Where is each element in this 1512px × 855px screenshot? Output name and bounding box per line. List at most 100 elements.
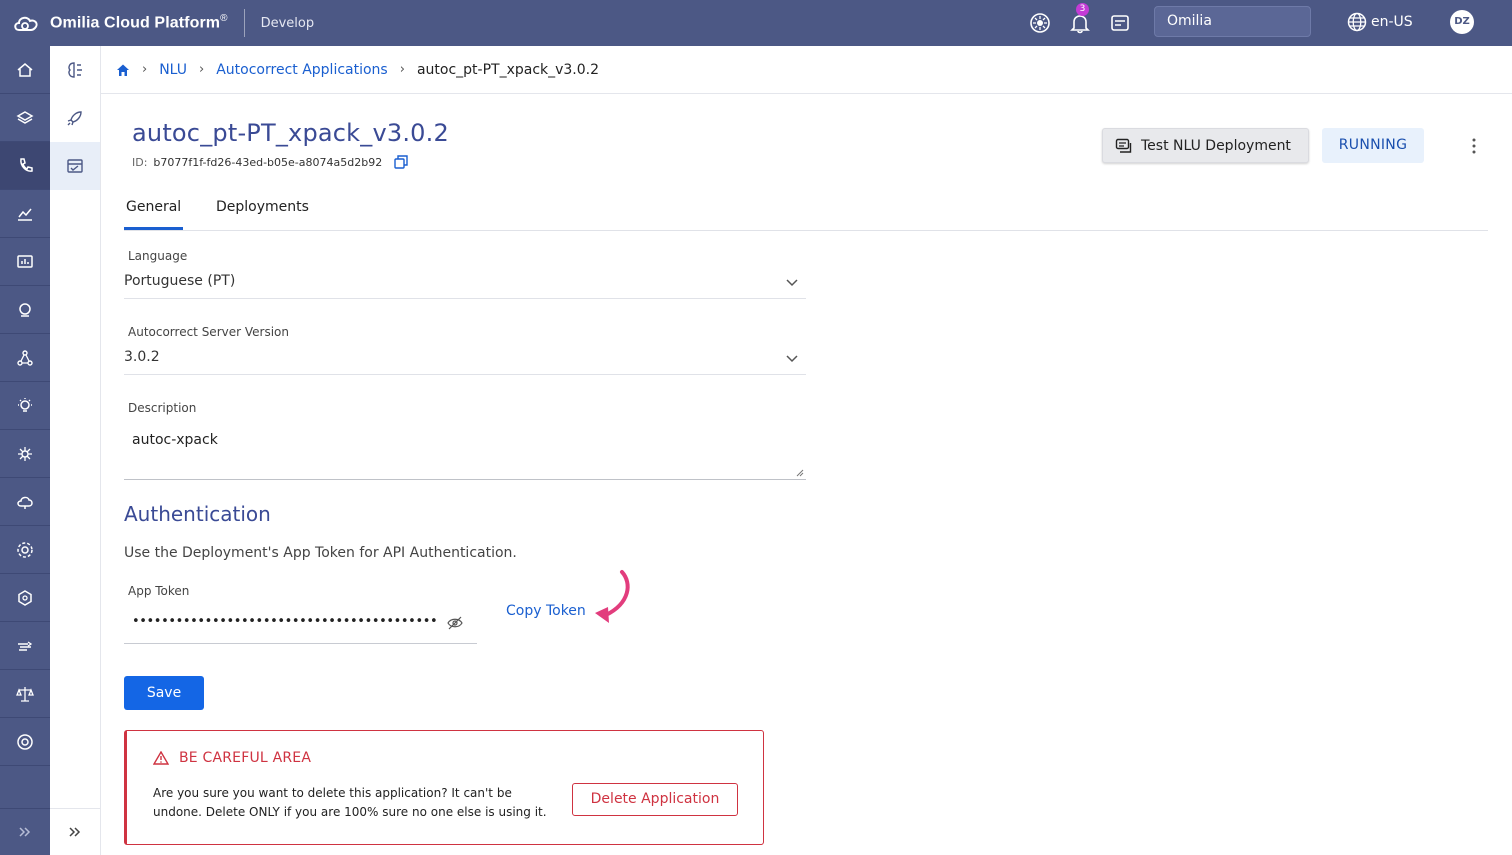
chat-icon [1115, 138, 1132, 153]
cloud-icon [17, 496, 33, 509]
more-vertical-icon[interactable] [1466, 137, 1482, 155]
danger-zone-text: Are you sure you want to delete this app… [153, 786, 547, 819]
version-underline [124, 374, 806, 375]
ai-helper-icon[interactable] [1029, 12, 1051, 34]
home-icon[interactable] [116, 63, 130, 77]
analytics-icon [18, 208, 32, 221]
app-token-field[interactable]: ••••••••••••••••••••••••••••••••••••••••… [132, 614, 438, 629]
speed-icon [18, 640, 33, 651]
authentication-heading: Authentication [124, 502, 271, 526]
status-badge: RUNNING [1322, 128, 1424, 163]
page-title: autoc_pt-PT_xpack_v3.0.2 [132, 119, 449, 147]
layers-icon [16, 110, 34, 124]
test-nlu-deployment-button[interactable]: Test NLU Deployment [1102, 128, 1309, 163]
authentication-description: Use the Deployment's App Token for API A… [124, 545, 517, 561]
main-nav-rail [0, 46, 50, 855]
cloud-logo-icon [14, 16, 38, 31]
chevron-right-icon: › [199, 62, 205, 77]
app-token-underline [124, 643, 477, 644]
nav-analytics[interactable] [0, 190, 50, 238]
nav-reports[interactable] [0, 238, 50, 286]
chevron-down-icon[interactable] [785, 278, 799, 288]
top-divider [243, 9, 245, 37]
tab-deployments[interactable]: Deployments [216, 199, 309, 215]
nav-package[interactable] [0, 574, 50, 622]
expand-nav-button[interactable] [0, 808, 50, 855]
nav-balance[interactable] [0, 670, 50, 718]
expand-subnav-button[interactable] [50, 808, 100, 855]
save-button[interactable]: Save [124, 676, 204, 710]
warning-icon [153, 751, 169, 765]
notification-badge: 3 [1076, 3, 1089, 16]
rocket-icon [67, 111, 82, 126]
app-token-label: App Token [128, 584, 190, 598]
autocorrect-icon [67, 159, 83, 173]
danger-zone: BE CAREFUL AREA Are you sure you want to… [124, 730, 764, 845]
help-icon [17, 733, 33, 750]
nav-home[interactable] [0, 46, 50, 94]
settings-icon [17, 541, 33, 558]
ideas-icon [18, 397, 32, 412]
breadcrumb-nlu[interactable]: NLU [159, 62, 187, 78]
description-value: autoc-xpack [132, 432, 218, 448]
globe-icon [1347, 12, 1367, 32]
breadcrumb: › NLU › Autocorrect Applications › autoc… [100, 46, 1512, 94]
nlu-icon [68, 62, 82, 78]
nav-phone[interactable] [0, 142, 50, 190]
organization-selector[interactable]: Omilia [1154, 6, 1311, 37]
language-select[interactable]: Portuguese (PT) [124, 273, 235, 289]
brand-name: Omilia Cloud Platform® [50, 13, 228, 32]
delete-application-button[interactable]: Delete Application [572, 783, 738, 816]
description-label: Description [128, 401, 197, 415]
package-icon [18, 589, 32, 606]
active-tab-indicator [124, 227, 183, 230]
danger-zone-title-text: BE CAREFUL AREA [179, 750, 312, 766]
breadcrumb-autocorrect-applications[interactable]: Autocorrect Applications [216, 62, 388, 78]
tab-general[interactable]: General [126, 199, 181, 215]
nav-help[interactable] [0, 718, 50, 766]
language-underline [124, 298, 806, 299]
nav-speed[interactable] [0, 622, 50, 670]
application-id: ID: b7077f1f-fd26-43ed-b05e-a8074a5d2b92 [132, 155, 408, 169]
chevron-right-icon: › [399, 62, 405, 77]
description-textarea[interactable]: autoc-xpack [124, 423, 806, 480]
copy-token-link[interactable]: Copy Token [506, 603, 586, 619]
top-bar: Omilia Cloud Platform® Develop 3 Omilia … [0, 0, 1512, 46]
nav-network[interactable] [0, 334, 50, 382]
resize-handle-icon[interactable] [796, 469, 804, 477]
chevron-down-icon[interactable] [785, 354, 799, 364]
version-label: Autocorrect Server Version [128, 325, 289, 339]
avatar[interactable]: DZ [1450, 10, 1474, 34]
nav-layers[interactable] [0, 94, 50, 142]
pointing-arrow-icon [595, 570, 630, 623]
release-notes-icon[interactable] [1109, 12, 1131, 34]
nav-brain[interactable] [0, 430, 50, 478]
version-select[interactable]: 3.0.2 [124, 349, 160, 365]
breadcrumb-current: autoc_pt-PT_xpack_v3.0.2 [416, 61, 600, 78]
tab-bar: General Deployments [124, 190, 1488, 231]
subnav-autocorrect[interactable] [50, 142, 100, 190]
section-label: Develop [260, 15, 315, 31]
subnav-nlu[interactable] [50, 46, 100, 94]
language-label: Language [128, 249, 188, 263]
subnav-deployments[interactable] [50, 94, 100, 142]
network-icon [17, 349, 33, 366]
eye-off-icon[interactable] [447, 616, 463, 630]
balance-icon [16, 686, 34, 702]
copy-icon[interactable] [394, 155, 408, 169]
brand[interactable]: Omilia Cloud Platform® [12, 13, 228, 33]
double-chevron-right-icon [69, 827, 81, 837]
nav-settings[interactable] [0, 526, 50, 574]
brain-icon [18, 446, 32, 461]
id-label: ID: [132, 155, 148, 169]
sub-nav-rail [50, 46, 101, 855]
nav-cloud[interactable] [0, 478, 50, 526]
nav-ideas[interactable] [0, 382, 50, 430]
language-selector[interactable]: en-US [1347, 12, 1413, 32]
reports-icon [17, 254, 33, 268]
test-nlu-deployment-label: Test NLU Deployment [1141, 137, 1291, 154]
nav-support[interactable] [0, 286, 50, 334]
registered-mark: ® [220, 13, 228, 25]
home-icon [17, 62, 33, 77]
phone-icon [20, 157, 33, 172]
